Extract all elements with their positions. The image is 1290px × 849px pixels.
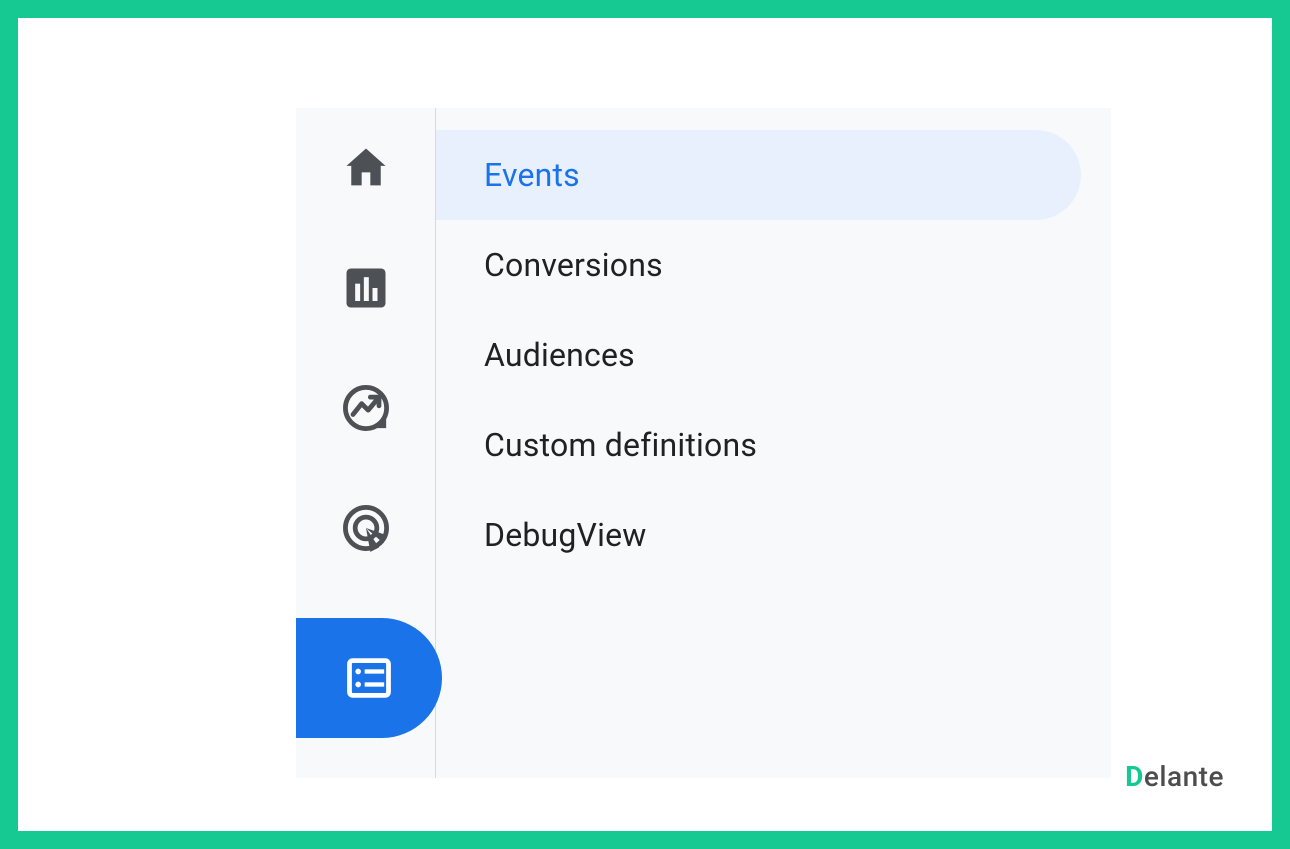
submenu-item-events[interactable]: Events <box>436 130 1081 220</box>
advertising-icon <box>340 502 392 554</box>
submenu-item-audiences[interactable]: Audiences <box>436 310 1111 400</box>
rail-item-home[interactable] <box>296 108 435 228</box>
rail-item-reports[interactable] <box>296 228 435 348</box>
submenu-item-debugview[interactable]: DebugView <box>436 490 1111 580</box>
submenu-label: Audiences <box>484 336 635 374</box>
submenu-label: DebugView <box>484 516 647 554</box>
reports-icon <box>340 262 392 314</box>
submenu-item-custom-definitions[interactable]: Custom definitions <box>436 400 1111 490</box>
submenu-item-conversions[interactable]: Conversions <box>436 220 1111 310</box>
icon-rail <box>296 108 436 778</box>
rail-item-explore[interactable] <box>296 348 435 468</box>
rail-item-configure[interactable] <box>296 618 442 738</box>
submenu-label: Custom definitions <box>484 426 757 464</box>
app-panel: Events Conversions Audiences Custom defi… <box>296 108 1111 778</box>
rail-item-advertising[interactable] <box>296 468 435 588</box>
brand-prefix: D <box>1125 760 1144 793</box>
configure-icon <box>343 652 395 704</box>
brand-rest: elante <box>1144 760 1224 793</box>
submenu-label: Conversions <box>484 246 663 284</box>
submenu: Events Conversions Audiences Custom defi… <box>436 108 1111 778</box>
outer-frame: Events Conversions Audiences Custom defi… <box>0 0 1290 849</box>
submenu-label: Events <box>484 156 580 194</box>
brand-logo: Delante <box>1125 760 1224 793</box>
explore-icon <box>340 382 392 434</box>
home-icon <box>340 142 392 194</box>
